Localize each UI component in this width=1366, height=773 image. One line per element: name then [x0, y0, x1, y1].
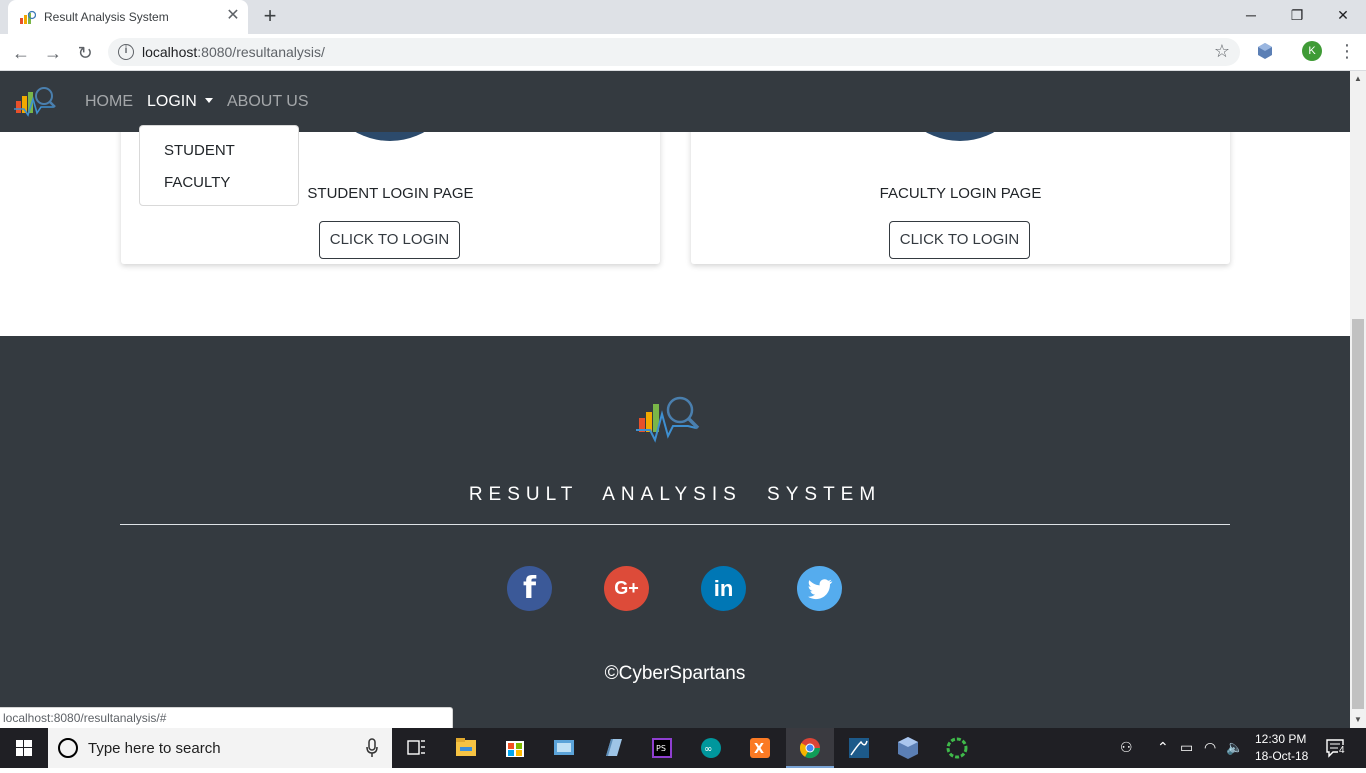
nav-login-label: LOGIN: [147, 93, 197, 110]
site-navbar: HOME LOGIN ABOUT US: [0, 71, 1350, 132]
new-tab-button[interactable]: +: [258, 5, 282, 29]
tab-title: Result Analysis System: [44, 10, 169, 24]
browser-tab[interactable]: Result Analysis System ✕: [8, 0, 248, 34]
svg-text:PS: PS: [656, 744, 666, 753]
card-title: FACULTY LOGIN PAGE: [879, 185, 1042, 202]
microphone-icon[interactable]: [366, 738, 378, 758]
task-view-icon[interactable]: [392, 728, 440, 768]
virtualbox-cube-icon[interactable]: [884, 728, 932, 768]
nav-about-us[interactable]: ABOUT US: [227, 93, 309, 111]
clock-date[interactable]: 18-Oct-18: [1255, 749, 1308, 763]
caret-down-icon: [204, 98, 213, 103]
battery-icon[interactable]: ▭: [1180, 739, 1193, 756]
footer-logo-icon: [636, 396, 700, 443]
browser-menu-icon[interactable]: ⋮: [1338, 40, 1356, 64]
page-viewport: HOME LOGIN ABOUT US STUDENT LOGIN PAGE C…: [0, 71, 1350, 728]
browser-tabstrip: Result Analysis System ✕ + ─ ❐ ✕: [0, 0, 1366, 34]
twitter-icon[interactable]: [797, 566, 842, 611]
cortana-icon: [58, 738, 78, 758]
nav-home[interactable]: HOME: [85, 93, 133, 111]
back-arrow-icon[interactable]: ←: [8, 40, 34, 66]
address-bar[interactable]: i localhost:8080/resultanalysis/ ☆: [108, 38, 1240, 66]
page-scrollbar[interactable]: ▲ ▼: [1350, 71, 1366, 728]
notepad-app-icon[interactable]: [589, 728, 637, 768]
forward-arrow-icon[interactable]: →: [40, 40, 66, 66]
student-login-button[interactable]: CLICK TO LOGIN: [319, 221, 460, 259]
scroll-thumb[interactable]: [1352, 319, 1364, 709]
wifi-icon[interactable]: ◠: [1204, 739, 1216, 756]
site-logo-icon: [20, 10, 36, 24]
control-panel-icon[interactable]: [540, 728, 588, 768]
url-text[interactable]: localhost:8080/resultanalysis/: [142, 44, 325, 60]
minimize-button[interactable]: ─: [1228, 0, 1274, 32]
copyright-text: ©CyberSpartans: [604, 663, 746, 684]
clock-time[interactable]: 12:30 PM: [1255, 732, 1306, 746]
microsoft-store-icon[interactable]: [491, 728, 539, 768]
xampp-icon[interactable]: X: [736, 728, 784, 768]
link-status-bubble: localhost:8080/resultanalysis/#: [0, 707, 453, 728]
arduino-icon[interactable]: ∞: [687, 728, 735, 768]
windows-start-icon[interactable]: [0, 728, 48, 768]
show-hidden-icons-chevron-icon[interactable]: ⌃: [1157, 739, 1169, 756]
action-center-icon[interactable]: 4: [1325, 737, 1347, 762]
site-info-icon[interactable]: i: [118, 44, 134, 60]
bookmark-star-icon[interactable]: ☆: [1214, 41, 1230, 62]
sync-app-icon[interactable]: [933, 728, 981, 768]
svg-text:∞: ∞: [704, 744, 712, 755]
people-icon[interactable]: ⚇: [1120, 739, 1133, 756]
svg-text:X: X: [754, 742, 764, 757]
facebook-icon[interactable]: f: [507, 566, 552, 611]
faculty-login-button[interactable]: CLICK TO LOGIN: [889, 221, 1030, 259]
scroll-up-arrow-icon[interactable]: ▲: [1350, 71, 1366, 87]
scroll-down-arrow-icon[interactable]: ▼: [1350, 712, 1366, 728]
mysql-workbench-icon[interactable]: [835, 728, 883, 768]
footer-divider: [120, 524, 1230, 525]
browser-toolbar: ← → ↻ i localhost:8080/resultanalysis/ ☆…: [0, 34, 1366, 71]
tab-close-icon[interactable]: ✕: [224, 7, 242, 25]
nav-login-dropdown[interactable]: LOGIN: [147, 93, 213, 111]
volume-icon[interactable]: 🔈: [1226, 739, 1243, 756]
taskbar-search-placeholder: Type here to search: [88, 740, 221, 757]
file-explorer-icon[interactable]: [442, 728, 490, 768]
notification-count-badge: 4: [1338, 745, 1346, 756]
dropdown-item-student[interactable]: STUDENT: [164, 142, 235, 159]
close-window-button[interactable]: ✕: [1320, 0, 1366, 32]
linkedin-icon[interactable]: in: [701, 566, 746, 611]
site-footer: RESULT ANALYSIS SYSTEM f G+ in ©CyberSpa…: [0, 336, 1350, 728]
twitter-bird-icon: [807, 579, 832, 600]
footer-title: RESULT ANALYSIS SYSTEM: [468, 484, 882, 505]
brand-logo-icon[interactable]: [14, 85, 56, 119]
dropdown-item-faculty[interactable]: FACULTY: [164, 174, 230, 191]
login-dropdown-menu: STUDENT FACULTY: [139, 125, 299, 206]
windows-taskbar: Type here to search PS ∞ X ⚇ ⌃ ▭ ◠ 🔈 12:…: [0, 728, 1366, 768]
faculty-login-card: FACULTY LOGIN PAGE CLICK TO LOGIN: [691, 111, 1230, 264]
phpstorm-icon[interactable]: PS: [638, 728, 686, 768]
reload-icon[interactable]: ↻: [72, 40, 98, 66]
chrome-taskbar-icon[interactable]: [786, 728, 834, 768]
extension-cube-icon[interactable]: [1256, 42, 1274, 60]
taskbar-search-box[interactable]: Type here to search: [48, 728, 392, 768]
profile-avatar[interactable]: K: [1302, 41, 1322, 61]
google-plus-icon[interactable]: G+: [604, 566, 649, 611]
restore-button[interactable]: ❐: [1274, 0, 1320, 32]
